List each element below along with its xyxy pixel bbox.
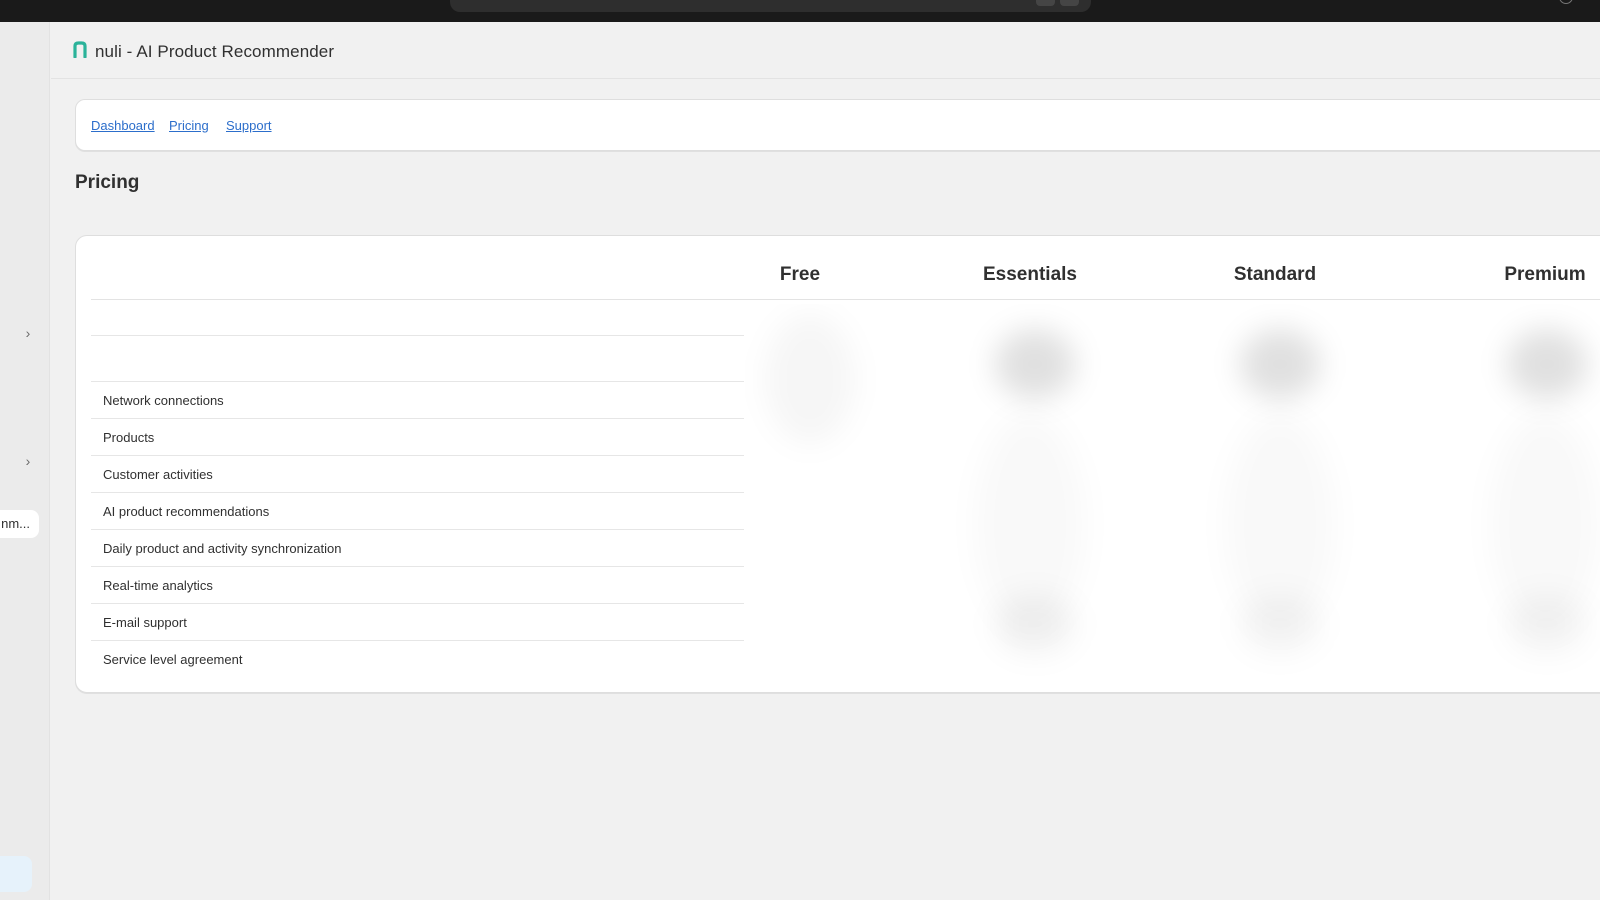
blurred-value — [1507, 329, 1587, 399]
chevron-right-icon[interactable]: › — [22, 454, 34, 468]
pricing-table: Free Essentials Standard Premium Network… — [75, 235, 1600, 693]
page-title: Pricing — [75, 172, 140, 193]
feature-label: Real-time analytics — [103, 578, 213, 593]
table-row: Daily product and activity synchronizati… — [91, 530, 744, 567]
feature-label: AI product recommendations — [103, 504, 270, 519]
table-row: Real-time analytics — [91, 567, 744, 604]
blurred-value — [995, 594, 1075, 654]
plan-header-premium: Premium — [1504, 264, 1586, 285]
feature-label: Products — [103, 430, 155, 445]
chevron-right-icon[interactable]: › — [22, 326, 34, 340]
table-row: Products — [91, 419, 744, 456]
shortcut-key-icon — [1036, 0, 1055, 6]
sidebar-bottom-item[interactable] — [0, 856, 32, 892]
shortcut-key-icon — [1060, 0, 1079, 6]
plan-header-essentials: Essentials — [983, 264, 1077, 285]
left-sidebar: › › nm... — [0, 22, 50, 900]
feature-label: Daily product and activity synchronizati… — [103, 541, 342, 556]
feature-label: Service level agreement — [103, 652, 243, 667]
feature-label: Network connections — [103, 393, 224, 408]
blurred-value — [1240, 329, 1320, 399]
blurred-value — [765, 314, 855, 444]
table-row: E-mail support — [91, 604, 744, 641]
nav-link-support[interactable]: Support — [226, 118, 272, 133]
app-header: nuli - AI Product Recommender — [51, 22, 1600, 79]
table-row: Service level agreement — [91, 641, 744, 677]
blurred-value — [1240, 594, 1320, 654]
sidebar-item-app[interactable]: nm... — [0, 510, 39, 538]
app-title: nuli - AI Product Recommender — [95, 42, 335, 61]
blurred-value — [995, 329, 1075, 399]
nav-link-pricing[interactable]: Pricing — [169, 118, 209, 133]
plan-header-free: Free — [779, 264, 821, 285]
address-bar[interactable] — [450, 0, 1091, 12]
feature-label: Customer activities — [103, 467, 213, 482]
plan-header-standard: Standard — [1233, 264, 1317, 285]
table-row: Customer activities — [91, 456, 744, 493]
price-row — [91, 300, 744, 336]
action-row — [91, 336, 744, 382]
blurred-value — [1507, 594, 1587, 654]
table-row: Network connections — [91, 382, 744, 419]
nuli-logo-icon — [73, 41, 87, 58]
nav-card: Dashboard Pricing Support — [75, 99, 1600, 151]
table-row: AI product recommendations — [91, 493, 744, 530]
feature-label: E-mail support — [103, 615, 187, 630]
account-icon[interactable] — [1559, 0, 1573, 4]
nav-link-dashboard[interactable]: Dashboard — [91, 118, 155, 133]
blurred-plan-values — [745, 304, 1600, 676]
browser-topbar — [0, 0, 1600, 22]
